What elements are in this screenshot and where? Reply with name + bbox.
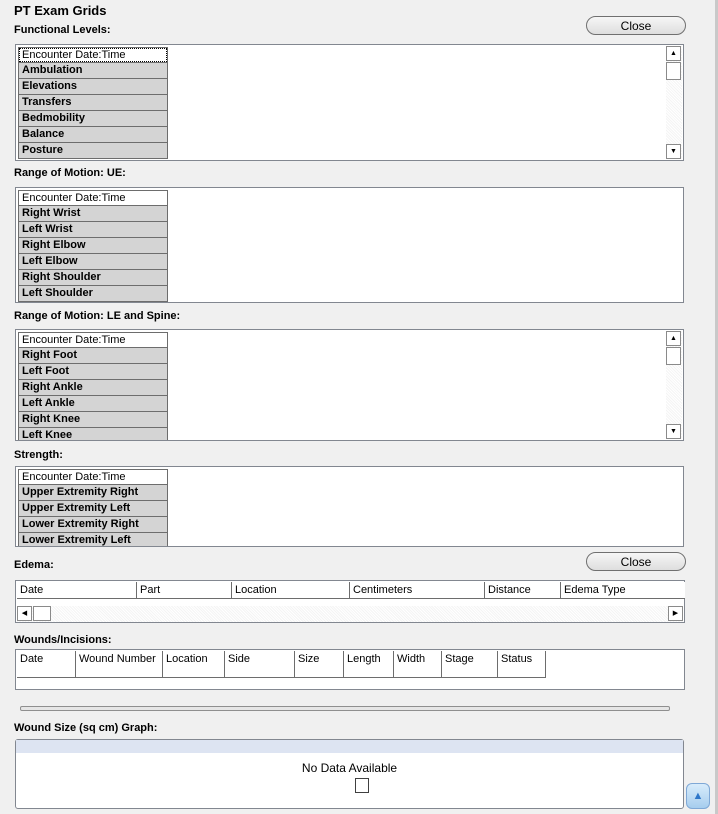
close-button[interactable]: Close	[586, 16, 686, 35]
image-placeholder-icon	[355, 778, 369, 793]
row-header-encounter: Encounter Date:Time	[18, 332, 168, 348]
edema-table[interactable]: Date Part Location Centimeters Distance …	[15, 580, 685, 623]
row-header-encounter: Encounter Date:Time	[18, 47, 168, 63]
divider	[20, 706, 670, 711]
wounds-column-headers: Date Wound Number Location Side Size Len…	[17, 651, 546, 678]
col-location[interactable]: Location	[232, 582, 350, 599]
functional-levels-row-headers: Encounter Date:Time Ambulation Elevation…	[18, 47, 168, 159]
page-title: PT Exam Grids	[14, 3, 107, 18]
rom-le-label: Range of Motion: LE and Spine:	[14, 310, 181, 322]
arrow-up-icon[interactable]: ▲	[666, 46, 681, 61]
col-stage[interactable]: Stage	[442, 651, 498, 678]
functional-levels-grid[interactable]: Encounter Date:Time Ambulation Elevation…	[15, 44, 684, 161]
row-header-left-knee: Left Knee	[18, 428, 168, 440]
row-header-right-knee: Right Knee	[18, 412, 168, 428]
row-header-bedmobility: Bedmobility	[18, 111, 168, 127]
triangle-up-icon[interactable]: ▲	[686, 783, 710, 809]
row-header-right-shoulder: Right Shoulder	[18, 270, 168, 286]
col-width[interactable]: Width	[394, 651, 442, 678]
no-data-message: No Data Available	[301, 761, 398, 775]
row-header-elevations: Elevations	[18, 79, 168, 95]
row-header-upper-right: Upper Extremity Right	[18, 485, 168, 501]
row-header-left-foot: Left Foot	[18, 364, 168, 380]
row-header-right-wrist: Right Wrist	[18, 206, 168, 222]
col-date[interactable]: Date	[17, 582, 137, 599]
functional-levels-vscrollbar[interactable]: ▲ ▼	[666, 46, 682, 159]
col-part[interactable]: Part	[137, 582, 232, 599]
arrow-down-icon[interactable]: ▼	[666, 144, 681, 159]
scroll-thumb[interactable]	[33, 606, 51, 621]
row-header-transfers: Transfers	[18, 95, 168, 111]
row-header-encounter: Encounter Date:Time	[18, 469, 168, 485]
rom-le-row-headers: Encounter Date:Time Right Foot Left Foot…	[18, 332, 168, 440]
wounds-table[interactable]: Date Wound Number Location Side Size Len…	[15, 649, 685, 690]
col-size[interactable]: Size	[295, 651, 344, 678]
row-header-left-elbow: Left Elbow	[18, 254, 168, 270]
scroll-thumb[interactable]	[666, 62, 681, 80]
row-header-upper-left: Upper Extremity Left	[18, 501, 168, 517]
col-edema-type[interactable]: Edema Type	[561, 582, 685, 599]
row-header-balance: Balance	[18, 127, 168, 143]
edema-hscrollbar[interactable]: ◀ ▶	[17, 606, 683, 622]
col-status[interactable]: Status	[498, 651, 546, 678]
row-header-left-shoulder: Left Shoulder	[18, 286, 168, 302]
edema-label: Edema:	[14, 559, 54, 571]
rom-le-grid[interactable]: Encounter Date:Time Right Foot Left Foot…	[15, 329, 684, 441]
row-header-right-elbow: Right Elbow	[18, 238, 168, 254]
row-header-lower-right: Lower Extremity Right	[18, 517, 168, 533]
col-distance[interactable]: Distance	[485, 582, 561, 599]
functional-levels-label: Functional Levels:	[14, 24, 111, 36]
scroll-thumb[interactable]	[666, 347, 681, 365]
rom-ue-row-headers: Encounter Date:Time Right Wrist Left Wri…	[18, 190, 168, 302]
col-location[interactable]: Location	[163, 651, 225, 678]
col-date[interactable]: Date	[17, 651, 76, 678]
row-header-right-foot: Right Foot	[18, 348, 168, 364]
graph-header-band	[16, 740, 683, 753]
row-header-left-wrist: Left Wrist	[18, 222, 168, 238]
row-header-lower-left: Lower Extremity Left	[18, 533, 168, 546]
col-centimeters[interactable]: Centimeters	[350, 582, 485, 599]
wound-graph-label: Wound Size (sq cm) Graph:	[14, 722, 158, 734]
rom-ue-label: Range of Motion: UE:	[14, 167, 126, 179]
col-side[interactable]: Side	[225, 651, 295, 678]
close-button-2[interactable]: Close	[586, 552, 686, 571]
row-header-right-ankle: Right Ankle	[18, 380, 168, 396]
col-wound-number[interactable]: Wound Number	[76, 651, 163, 678]
row-header-posture: Posture	[18, 143, 168, 159]
arrow-left-icon[interactable]: ◀	[17, 606, 32, 621]
arrow-up-icon[interactable]: ▲	[666, 331, 681, 346]
strength-label: Strength:	[14, 449, 63, 461]
arrow-right-icon[interactable]: ▶	[668, 606, 683, 621]
col-length[interactable]: Length	[344, 651, 394, 678]
wounds-label: Wounds/Incisions:	[14, 634, 112, 646]
rom-ue-grid[interactable]: Encounter Date:Time Right Wrist Left Wri…	[15, 187, 684, 303]
row-header-encounter: Encounter Date:Time	[18, 190, 168, 206]
rom-le-vscrollbar[interactable]: ▲ ▼	[666, 331, 682, 439]
arrow-down-icon[interactable]: ▼	[666, 424, 681, 439]
row-header-left-ankle: Left Ankle	[18, 396, 168, 412]
strength-grid[interactable]: Encounter Date:Time Upper Extremity Righ…	[15, 466, 684, 547]
wound-size-graph: No Data Available	[15, 739, 684, 809]
strength-row-headers: Encounter Date:Time Upper Extremity Righ…	[18, 469, 168, 546]
row-header-ambulation: Ambulation	[18, 63, 168, 79]
edema-column-headers: Date Part Location Centimeters Distance …	[17, 582, 685, 599]
